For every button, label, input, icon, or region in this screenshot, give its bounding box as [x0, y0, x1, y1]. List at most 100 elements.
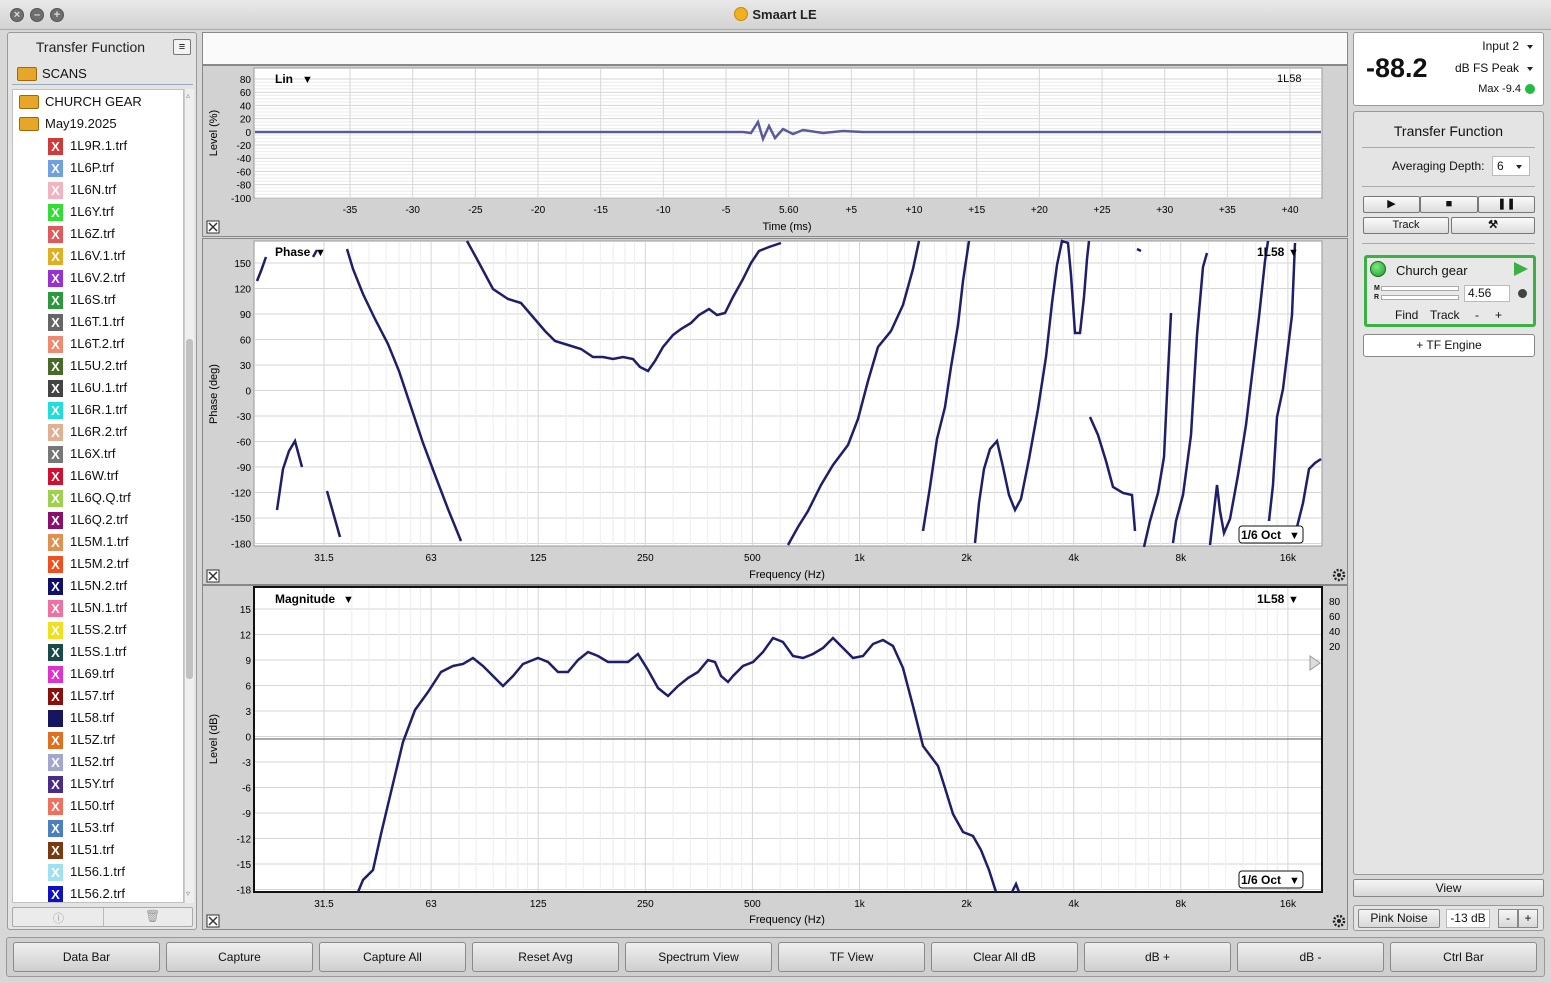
- file-item[interactable]: X 1L6V.2.trf: [13, 268, 183, 288]
- excluded-file-icon[interactable]: X: [48, 226, 63, 243]
- excluded-file-icon[interactable]: X: [48, 776, 63, 793]
- folder-scans[interactable]: SCANS: [12, 63, 193, 85]
- scrollbar-thumb[interactable]: [186, 339, 193, 679]
- excluded-file-icon[interactable]: X: [48, 424, 63, 441]
- excluded-file-icon[interactable]: X: [48, 446, 63, 463]
- file-item[interactable]: X 1L6S.trf: [13, 290, 183, 310]
- trash-icon[interactable]: 🗑: [145, 909, 160, 923]
- excluded-file-icon[interactable]: X: [48, 820, 63, 837]
- track-button[interactable]: Track: [1363, 217, 1449, 234]
- magnitude-trace-label[interactable]: 1L58: [1257, 592, 1285, 606]
- file-item[interactable]: X 1L6Y.trf: [13, 202, 183, 222]
- excluded-file-icon[interactable]: X: [48, 512, 63, 529]
- clear-all-db-button[interactable]: Clear All dB: [931, 942, 1078, 972]
- averaging-depth-select[interactable]: 6: [1492, 156, 1530, 176]
- excluded-file-icon[interactable]: X: [48, 864, 63, 881]
- file-item[interactable]: X 1L53.trf: [13, 818, 183, 838]
- delay-decrement-button[interactable]: -: [1475, 308, 1479, 322]
- excluded-file-icon[interactable]: X: [48, 182, 63, 199]
- close-plot-icon[interactable]: [206, 220, 220, 234]
- file-item[interactable]: X 1L6N.trf: [13, 180, 183, 200]
- file-item[interactable]: X 1L6X.trf: [13, 444, 183, 464]
- mode-dropdown-icon[interactable]: ▼: [315, 247, 326, 259]
- excluded-file-icon[interactable]: X: [48, 732, 63, 749]
- play-button[interactable]: ▶: [1363, 196, 1420, 213]
- trace-dropdown-icon[interactable]: ▼: [1288, 247, 1299, 259]
- excluded-file-icon[interactable]: X: [48, 556, 63, 573]
- scroll-up-icon[interactable]: ▵: [186, 91, 190, 100]
- info-icon[interactable]: ⓘ: [53, 910, 64, 926]
- file-item[interactable]: X 1L50.trf: [13, 796, 183, 816]
- tf-view-button[interactable]: TF View: [778, 942, 925, 972]
- add-tf-engine-button[interactable]: + TF Engine: [1363, 334, 1535, 357]
- excluded-file-icon[interactable]: X: [48, 248, 63, 265]
- file-item[interactable]: X 1L5S.2.trf: [13, 620, 183, 640]
- phase-smoothing-button[interactable]: 1/6 Oct ▼: [1238, 525, 1304, 544]
- file-item[interactable]: X 1L9R.1.trf: [13, 136, 183, 156]
- excluded-file-icon[interactable]: X: [48, 688, 63, 705]
- generator-level-input[interactable]: -13 dB: [1446, 909, 1490, 928]
- excluded-file-icon[interactable]: X: [48, 380, 63, 397]
- file-item[interactable]: X 1L5Z.trf: [13, 730, 183, 750]
- gear-icon[interactable]: [1332, 914, 1346, 928]
- file-item[interactable]: X 1L5M.1.trf: [13, 532, 183, 552]
- mode-dropdown-icon[interactable]: ▼: [302, 74, 313, 86]
- file-item[interactable]: X 1L6U.1.trf: [13, 378, 183, 398]
- file-item[interactable]: X 1L5S.1.trf: [13, 642, 183, 662]
- delay-input[interactable]: 4.56: [1464, 285, 1510, 302]
- delay-indicator-icon[interactable]: [1518, 289, 1527, 298]
- close-plot-icon[interactable]: [206, 569, 220, 583]
- excluded-file-icon[interactable]: X: [48, 160, 63, 177]
- excluded-file-icon[interactable]: X: [48, 666, 63, 683]
- folder-church-gear[interactable]: CHURCH GEAR: [13, 92, 183, 112]
- excluded-file-icon[interactable]: X: [48, 490, 63, 507]
- file-item[interactable]: X 1L6Q.2.trf: [13, 510, 183, 530]
- file-item[interactable]: X 1L6V.1.trf: [13, 246, 183, 266]
- excluded-file-icon[interactable]: X: [48, 798, 63, 815]
- impulse-mode-label[interactable]: Lin: [275, 72, 293, 86]
- db-button[interactable]: dB -: [1237, 942, 1384, 972]
- impulse-plot[interactable]: 80 60 40 20 0 -20 -40 -60 -80 -100 -35 -30 -25 -20 -1…: [203, 66, 1347, 236]
- file-item[interactable]: X 1L6R.2.trf: [13, 422, 183, 442]
- file-item[interactable]: X 1L58.trf: [13, 708, 183, 728]
- excluded-file-icon[interactable]: X: [48, 292, 63, 309]
- scroll-down-icon[interactable]: ▿: [186, 889, 190, 898]
- stop-button[interactable]: ■: [1420, 196, 1478, 213]
- excluded-file-icon[interactable]: X: [48, 534, 63, 551]
- capture-all-button[interactable]: Capture All: [319, 942, 466, 972]
- tf-engine-church-gear[interactable]: Church gear M R 4.56 Find Track - +: [1364, 255, 1536, 327]
- file-item[interactable]: X 1L52.trf: [13, 752, 183, 772]
- excluded-file-icon[interactable]: X: [48, 138, 63, 155]
- track-delay-button[interactable]: Track: [1430, 308, 1460, 322]
- magnitude-mode-label[interactable]: Magnitude: [275, 592, 335, 606]
- file-item[interactable]: X 1L6T.1.trf: [13, 312, 183, 332]
- excluded-file-icon[interactable]: X: [48, 270, 63, 287]
- tools-button[interactable]: ⚒: [1451, 217, 1535, 234]
- excluded-file-icon[interactable]: X: [48, 644, 63, 661]
- pause-button[interactable]: ❚❚: [1478, 196, 1535, 213]
- data-bar-button[interactable]: Data Bar: [13, 942, 160, 972]
- excluded-file-icon[interactable]: X: [48, 622, 63, 639]
- file-list[interactable]: CHURCH GEAR May19.2025 X 1L9R.1.trf X 1L6P.…: [12, 89, 184, 903]
- file-item[interactable]: X 1L6W.trf: [13, 466, 183, 486]
- trace-dropdown-icon[interactable]: ▼: [1288, 594, 1299, 606]
- file-item[interactable]: X 1L5U.2.trf: [13, 356, 183, 376]
- db-button[interactable]: dB +: [1084, 942, 1231, 972]
- excluded-file-icon[interactable]: X: [48, 578, 63, 595]
- file-item[interactable]: X 1L5N.2.trf: [13, 576, 183, 596]
- engine-status-icon[interactable]: [1370, 261, 1386, 277]
- excluded-file-icon[interactable]: X: [48, 402, 63, 419]
- ctrl-bar-button[interactable]: Ctrl Bar: [1390, 942, 1537, 972]
- excluded-file-icon[interactable]: X: [48, 204, 63, 221]
- file-item[interactable]: X 1L5Y.trf: [13, 774, 183, 794]
- generator-level-down-button[interactable]: -: [1498, 909, 1518, 928]
- document-icon[interactable]: X: [48, 710, 63, 727]
- gear-icon[interactable]: [1332, 568, 1346, 582]
- excluded-file-icon[interactable]: X: [48, 754, 63, 771]
- hamburger-menu-icon[interactable]: ≡: [173, 39, 191, 55]
- phase-plot[interactable]: 150 120 90 60 30 0 -30 -60 -90 -120 -150 -180 31.5 6…: [203, 239, 1347, 584]
- magnitude-smoothing-button[interactable]: 1/6 Oct ▼: [1238, 870, 1304, 889]
- file-item[interactable]: X 1L5M.2.trf: [13, 554, 183, 574]
- excluded-file-icon[interactable]: X: [48, 358, 63, 375]
- phase-mode-label[interactable]: Phase: [275, 245, 311, 259]
